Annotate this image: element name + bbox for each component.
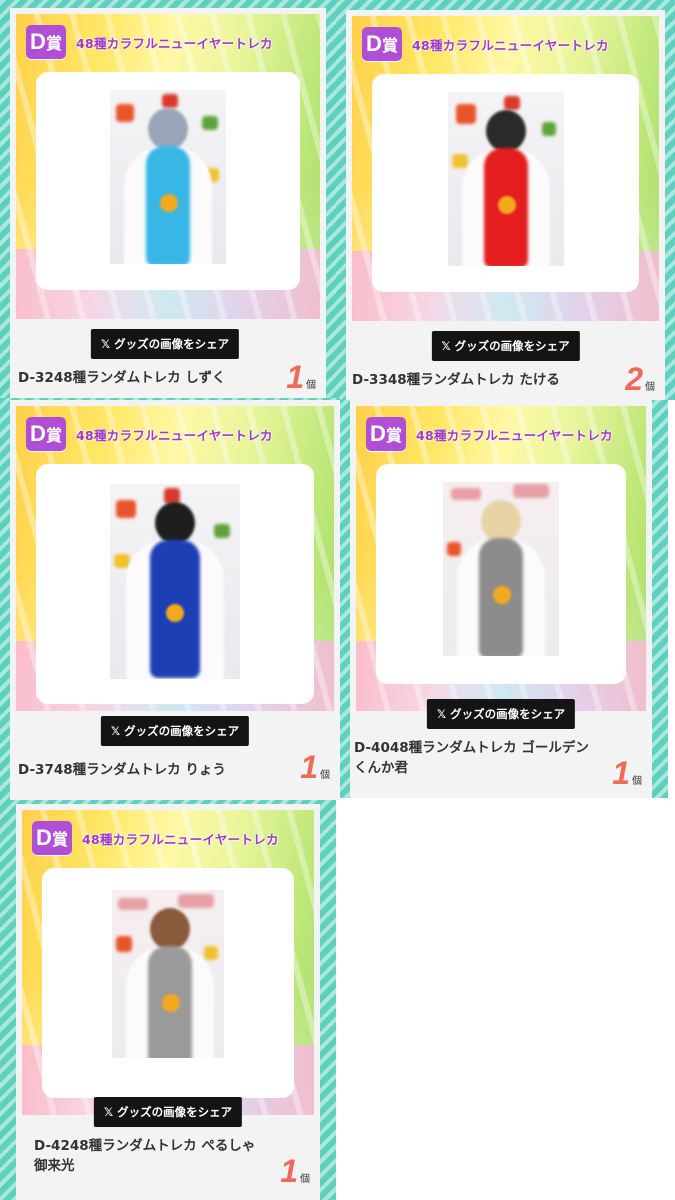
prize-rank-badge: D賞 [26, 25, 66, 59]
quantity-unit: 個 [306, 380, 316, 391]
goods-card-tile: D賞 48種カラフルニューイヤートレカ 𝕏 グッズの画像をシェア [0, 0, 336, 400]
item-name: D-3748種ランダムトレカ りょう [18, 762, 226, 778]
share-image-button[interactable]: 𝕏 グッズの画像をシェア [93, 1097, 243, 1127]
quantity-unit: 個 [320, 770, 330, 781]
quantity-unit: 個 [632, 776, 642, 787]
quantity: 2 個 [625, 362, 655, 396]
prize-header: D賞 48種カラフルニューイヤートレカ [26, 416, 273, 452]
goods-card: D賞 48種カラフルニューイヤートレカ 𝕏 グッズの画像をシェア [16, 804, 320, 1200]
prize-title: 48種カラフルニューイヤートレカ [76, 427, 273, 443]
goods-photo[interactable] [110, 90, 226, 264]
share-image-button[interactable]: 𝕏 グッズの画像をシェア [90, 329, 240, 359]
share-image-button[interactable]: 𝕏 グッズの画像をシェア [431, 331, 580, 361]
prize-rank-badge: D賞 [32, 821, 72, 855]
quantity: 1 個 [300, 750, 330, 784]
prize-title: 48種カラフルニューイヤートレカ [416, 427, 613, 443]
goods-photo[interactable] [112, 890, 224, 1058]
x-logo-icon: 𝕏 [110, 724, 121, 738]
goods-image-frame [372, 74, 639, 292]
prize-header: D賞 48種カラフルニューイヤートレカ [32, 820, 279, 856]
item-name: D-4248種ランダムトレカ ぺるしゃ御来光 [34, 1138, 256, 1174]
prize-title: 48種カラフルニューイヤートレカ [412, 37, 609, 53]
item-name: D-3348種ランダムトレカ たける [352, 372, 560, 388]
quantity-unit: 個 [300, 1174, 310, 1185]
prize-banner: D賞 48種カラフルニューイヤートレカ [22, 810, 314, 1115]
share-image-button[interactable]: 𝕏 グッズの画像をシェア [426, 699, 576, 729]
quantity: 1 個 [612, 756, 642, 790]
quantity: 1 個 [280, 1154, 310, 1188]
quantity-value: 1 [300, 749, 318, 785]
prize-banner: D賞 48種カラフルニューイヤートレカ [352, 16, 659, 321]
x-logo-icon: 𝕏 [436, 707, 447, 721]
prize-rank-badge: D賞 [362, 27, 402, 61]
quantity-value: 1 [612, 755, 630, 791]
goods-photo[interactable] [443, 482, 559, 656]
quantity-value: 1 [280, 1153, 298, 1189]
goods-card-tile: D賞 48種カラフルニューイヤートレカ 𝕏 グッズの画像をシェア [336, 0, 675, 400]
quantity-value: 1 [286, 359, 304, 395]
quantity-unit: 個 [645, 382, 655, 393]
goods-photo[interactable] [110, 484, 240, 679]
prize-header: D賞 48種カラフルニューイヤートレカ [362, 26, 609, 62]
prize-rank-badge: D賞 [26, 417, 66, 451]
prize-banner: D賞 48種カラフルニューイヤートレカ [16, 14, 320, 319]
goods-card-tile: D賞 48種カラフルニューイヤートレカ 𝕏 グッズの画像をシェア [0, 800, 336, 1200]
item-name: D-4048種ランダムトレカ ゴールデンくんか君 [354, 740, 589, 776]
goods-card: D賞 48種カラフルニューイヤートレカ 𝕏 グッズの画像をシェア [346, 10, 665, 400]
goods-photo[interactable] [447, 92, 564, 266]
prize-banner: D賞 48種カラフルニューイヤートレカ [356, 406, 646, 711]
x-logo-icon: 𝕏 [103, 1105, 114, 1119]
goods-card-tile: D賞 48種カラフルニューイヤートレカ 𝕏 グッズの画像をシェア [0, 398, 340, 800]
prize-title: 48種カラフルニューイヤートレカ [76, 35, 273, 51]
prize-title: 48種カラフルニューイヤートレカ [82, 831, 279, 847]
prize-banner: D賞 48種カラフルニューイヤートレカ [16, 406, 334, 711]
goods-image-frame [376, 464, 626, 684]
x-logo-icon: 𝕏 [441, 339, 451, 353]
goods-card: D賞 48種カラフルニューイヤートレカ 𝕏 グッズの画像をシェア [10, 400, 340, 800]
share-image-button[interactable]: 𝕏 グッズの画像をシェア [100, 716, 250, 746]
goods-card: D賞 48種カラフルニューイヤートレカ 𝕏 グッズの画像をシェア [10, 8, 326, 400]
goods-image-frame [42, 868, 294, 1098]
goods-image-frame [36, 72, 300, 290]
quantity: 1 個 [286, 360, 316, 394]
prize-header: D賞 48種カラフルニューイヤートレカ [26, 24, 273, 60]
quantity-value: 2 [625, 361, 643, 397]
goods-card-tile: D賞 48種カラフルニューイヤートレカ 𝕏グッズの画像をシェア D-4048種 [340, 400, 668, 798]
x-logo-icon: 𝕏 [100, 337, 111, 351]
prize-rank-badge: D賞 [366, 417, 406, 451]
goods-image-frame [36, 464, 314, 704]
prize-header: D賞 48種カラフルニューイヤートレカ [366, 416, 613, 452]
item-name: D-3248種ランダムトレカ しずく [18, 370, 226, 386]
goods-card: D賞 48種カラフルニューイヤートレカ 𝕏グッズの画像をシェア D-4048種 [350, 400, 652, 798]
